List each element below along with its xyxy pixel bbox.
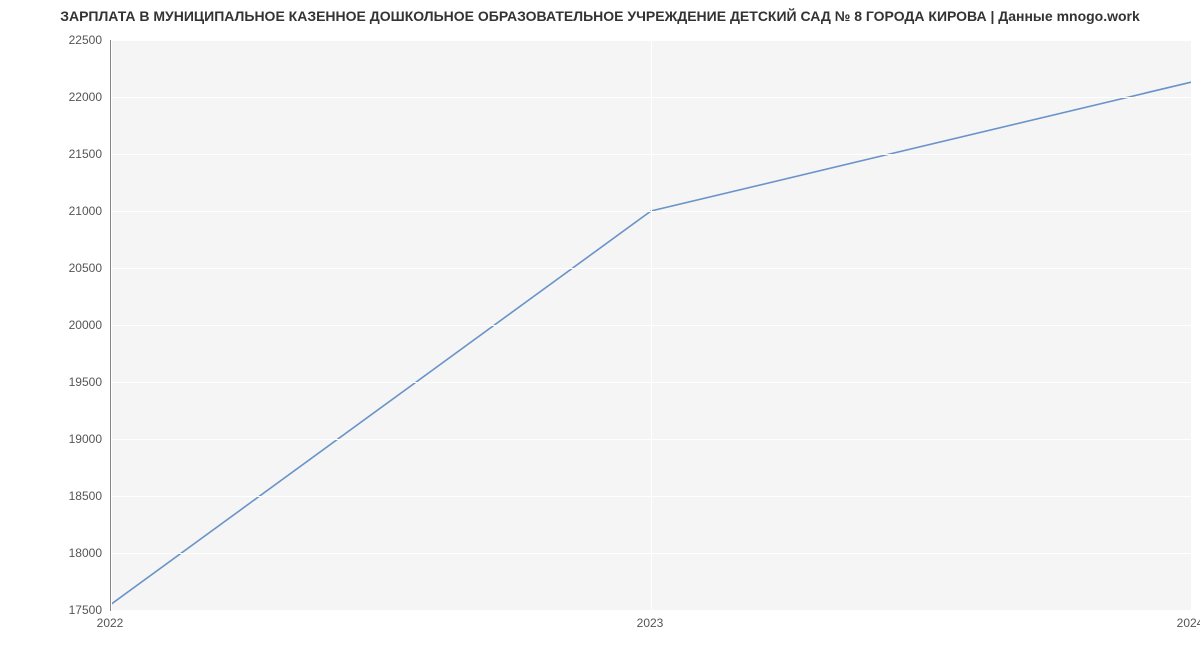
- gridline-v: [111, 40, 112, 610]
- y-tick-label: 21000: [69, 204, 102, 218]
- y-tick-label: 19500: [69, 375, 102, 389]
- y-tick-label: 19000: [69, 432, 102, 446]
- y-tick-label: 20500: [69, 261, 102, 275]
- x-tick-label: 2022: [97, 616, 124, 630]
- y-tick-label: 22000: [69, 90, 102, 104]
- y-tick-label: 17500: [69, 603, 102, 617]
- y-tick-label: 20000: [69, 318, 102, 332]
- plot-area: [110, 40, 1191, 611]
- line-chart-container: ЗАРПЛАТА В МУНИЦИПАЛЬНОЕ КАЗЕННОЕ ДОШКОЛ…: [0, 0, 1200, 650]
- gridline-v: [1191, 40, 1192, 610]
- x-tick-label: 2023: [637, 616, 664, 630]
- gridline-v: [651, 40, 652, 610]
- y-tick-label: 22500: [69, 33, 102, 47]
- chart-title: ЗАРПЛАТА В МУНИЦИПАЛЬНОЕ КАЗЕННОЕ ДОШКОЛ…: [0, 8, 1200, 24]
- y-tick-label: 18500: [69, 489, 102, 503]
- gridline-h: [111, 610, 1191, 611]
- y-tick-label: 21500: [69, 147, 102, 161]
- x-tick-label: 2024: [1177, 616, 1200, 630]
- y-tick-label: 18000: [69, 546, 102, 560]
